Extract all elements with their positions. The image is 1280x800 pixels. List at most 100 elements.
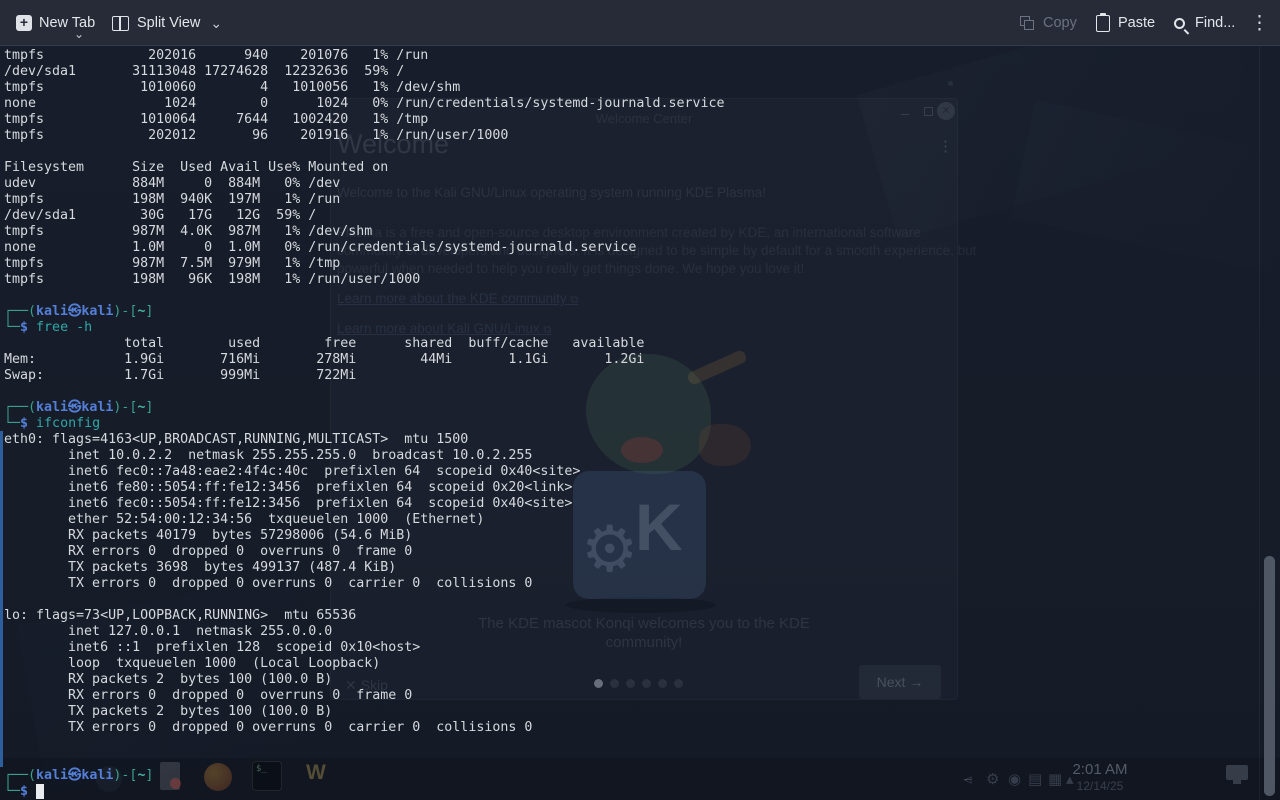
terminal-line: tmpfs 1010060 4 1010056 1% /dev/shm — [4, 80, 461, 95]
split-view-button[interactable]: Split View ⌄ — [112, 0, 222, 46]
terminal-toolbar: + New Tab ⌄ Split View ⌄ Copy Paste Find… — [0, 0, 1280, 46]
volume-muted-icon: ◃ — [964, 770, 972, 788]
terminal-cursor — [36, 784, 45, 799]
terminal-segment: )-[ — [113, 400, 138, 415]
terminal-segment: └─ — [4, 784, 21, 799]
terminal-line: /dev/sda1 31113048 17274628 12232636 59%… — [4, 64, 405, 79]
terminal-segment: $ — [20, 416, 29, 431]
terminal-segment: kali㉿kali — [36, 304, 114, 319]
terminal-segment: ┌──( — [4, 400, 37, 415]
terminal-segment — [28, 784, 36, 799]
minimize-icon: – — [901, 105, 909, 121]
clock-time: 2:01 AM — [1072, 761, 1128, 778]
terminal-segment: ] — [145, 768, 154, 783]
terminal-line: ┌──(kali㉿kali)-[~] — [4, 400, 725, 416]
paste-icon — [1096, 12, 1110, 32]
terminal-segment: └─ — [4, 320, 21, 335]
wallpaper-dot — [948, 81, 953, 86]
disc-icon: ◉ — [1008, 770, 1022, 788]
search-icon — [1174, 17, 1185, 29]
terminal-line: inet6 fec0::5054:ff:fe12:3456 prefixlen … — [4, 496, 573, 511]
terminal-line: tmpfs 987M 4.0K 987M 1% /dev/shm — [4, 224, 373, 239]
terminal-line: ┌──(kali㉿kali)-[~] — [4, 304, 725, 320]
terminal-line: Filesystem Size Used Avail Use% Mounted … — [4, 160, 389, 175]
terminal-segment: $ — [20, 784, 29, 799]
settings-gear-icon: ⚙ — [986, 770, 1000, 788]
maximize-icon — [924, 107, 933, 116]
terminal-line: └─$ ifconfig — [4, 416, 725, 432]
chevron-down-icon[interactable]: ⌄ — [210, 16, 222, 30]
copy-label: Copy — [1043, 15, 1077, 31]
terminal-line: Mem: 1.9Gi 716Mi 278Mi 44Mi 1.1Gi 1.2Gi — [4, 352, 645, 367]
scrollbar-track[interactable] — [1259, 46, 1260, 800]
terminal-line: RX errors 0 dropped 0 overruns 0 frame 0 — [4, 544, 413, 559]
next-button: Next → — [859, 665, 941, 699]
terminal-line: TX packets 2 bytes 100 (100.0 B) — [4, 704, 333, 719]
terminal-line: RX errors 0 dropped 0 overruns 0 frame 0 — [4, 688, 413, 703]
new-output-marker — [0, 431, 3, 767]
terminal-line: inet 10.0.2.2 netmask 255.255.255.0 broa… — [4, 448, 533, 463]
split-view-label: Split View — [137, 15, 201, 31]
terminal-line: RX packets 2 bytes 100 (100.0 B) — [4, 672, 333, 687]
terminal-segment: ┌──( — [4, 304, 37, 319]
terminal-line: tmpfs 198M 96K 198M 1% /run/user/1000 — [4, 272, 421, 287]
terminal-line: lo: flags=73<UP,LOOPBACK,RUNNING> mtu 65… — [4, 608, 357, 623]
overflow-menu-icon: ⋮ — [938, 138, 953, 155]
terminal-line: RX packets 40179 bytes 57298006 (54.6 Mi… — [4, 528, 413, 543]
paste-button[interactable]: Paste — [1096, 0, 1155, 46]
chevron-down-icon[interactable]: ⌄ — [74, 28, 84, 40]
terminal-line: udev 884M 0 884M 0% /dev — [4, 176, 341, 191]
clipboard-tray-icon: ▦ — [1048, 770, 1063, 788]
terminal-output[interactable]: tmpfs 202016 940 201076 1% /run/dev/sda1… — [4, 48, 725, 800]
terminal-line: eth0: flags=4163<UP,BROADCAST,RUNNING,MU… — [4, 432, 469, 447]
network-icon: ▤ — [1028, 770, 1043, 788]
terminal-segment: $ — [20, 320, 29, 335]
terminal-line: none 1024 0 1024 0% /run/credentials/sys… — [4, 96, 725, 111]
copy-button[interactable]: Copy — [1020, 0, 1077, 46]
terminal-segment: )-[ — [113, 768, 138, 783]
terminal-line: loop txqueuelen 1000 (Local Loopback) — [4, 656, 381, 671]
terminal-segment: )-[ — [113, 304, 138, 319]
copy-icon — [1020, 15, 1035, 31]
terminal-line: tmpfs 202016 940 201076 1% /run — [4, 48, 429, 63]
terminal-line: ether 52:54:00:12:34:56 txqueuelen 1000 … — [4, 512, 485, 527]
terminal-line: ┌──(kali㉿kali)-[~] — [4, 768, 725, 784]
terminal-line: TX packets 3698 bytes 499137 (487.4 KiB) — [4, 560, 397, 575]
paste-label: Paste — [1118, 15, 1156, 31]
new-tab-label: New Tab — [39, 15, 96, 31]
terminal-line: none 1.0M 0 1.0M 0% /run/credentials/sys… — [4, 240, 637, 255]
show-desktop-icon — [1226, 765, 1248, 784]
terminal-segment — [28, 320, 36, 335]
terminal-segment: ] — [145, 304, 154, 319]
terminal-line: TX errors 0 dropped 0 overruns 0 carrier… — [4, 720, 533, 735]
terminal-line: tmpfs 202012 96 201916 1% /run/user/1000 — [4, 128, 509, 143]
terminal-segment: free -h — [36, 320, 93, 335]
terminal-segment: └─ — [4, 416, 21, 431]
terminal-line: tmpfs 198M 940K 197M 1% /run — [4, 192, 341, 207]
menu-kebab-icon[interactable]: ⋮ — [1250, 12, 1269, 35]
terminal-segment: ] — [145, 400, 154, 415]
terminal-line: tmpfs 1010064 7644 1002420 1% /tmp — [4, 112, 429, 127]
terminal-line: └─$ — [4, 784, 725, 800]
kali-desktop: Welcome Center – ✕ ⋮ Welcome Welcome to … — [0, 0, 1280, 800]
terminal-segment: ┌──( — [4, 768, 37, 783]
terminal-line: inet6 fe80::5054:ff:fe12:3456 prefixlen … — [4, 480, 573, 495]
terminal-line: TX errors 0 dropped 0 overruns 0 carrier… — [4, 576, 533, 591]
terminal-line: inet6 ::1 prefixlen 128 scopeid 0x10<hos… — [4, 640, 421, 655]
terminal-line: inet6 fec0::7a48:eae2:4f4c:40c prefixlen… — [4, 464, 581, 479]
terminal-line: /dev/sda1 30G 17G 12G 59% / — [4, 208, 317, 223]
scrollbar-thumb[interactable] — [1264, 556, 1275, 796]
find-button[interactable]: Find... — [1174, 0, 1235, 46]
terminal-line: total used free shared buff/cache availa… — [4, 336, 645, 351]
terminal-segment: ifconfig — [36, 416, 101, 431]
terminal-segment — [28, 416, 36, 431]
terminal-line: └─$ free -h — [4, 320, 725, 336]
terminal-segment: kali㉿kali — [36, 400, 114, 415]
clock-date: 12/14/25 — [1076, 779, 1124, 793]
